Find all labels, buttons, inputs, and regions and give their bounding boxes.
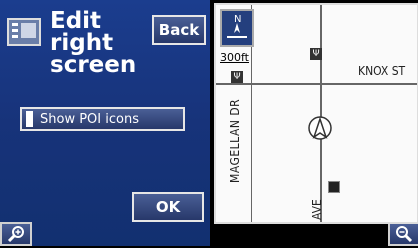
title-line-1: Edit xyxy=(50,8,102,34)
title-line-3: screen xyxy=(50,52,137,78)
toggle-indicator xyxy=(26,111,33,127)
zoom-out-icon xyxy=(396,226,413,243)
map-view[interactable]: N 300ft Ψ Ψ KNOX ST MAGELLAN DR AVE xyxy=(216,5,418,223)
settings-panel: Edit right screen Back Show POI icons OK xyxy=(0,0,210,246)
vehicle-position-icon xyxy=(308,116,332,140)
road-knox xyxy=(216,83,418,85)
north-arrow-icon: N xyxy=(227,14,247,38)
zoom-in-button[interactable] xyxy=(0,222,32,246)
show-poi-icons-toggle[interactable]: Show POI icons xyxy=(20,107,185,131)
title-line-2: right xyxy=(50,30,114,56)
back-button[interactable]: Back xyxy=(152,15,206,45)
svg-text:N: N xyxy=(234,14,241,25)
street-label-ave: AVE xyxy=(310,199,324,220)
street-label-knox: KNOX ST xyxy=(358,64,406,78)
poi-marker[interactable] xyxy=(328,181,340,193)
zoom-out-button[interactable] xyxy=(388,222,418,246)
restaurant-icon[interactable]: Ψ xyxy=(310,48,322,60)
street-label-magellan: MAGELLAN DR xyxy=(228,98,242,183)
zoom-in-icon xyxy=(7,226,24,243)
menu-grid-icon xyxy=(7,18,41,46)
north-arrow-button[interactable]: N xyxy=(220,9,254,47)
map-scale: 300ft xyxy=(220,51,249,64)
show-poi-label: Show POI icons xyxy=(40,111,139,127)
restaurant-icon[interactable]: Ψ xyxy=(231,71,243,83)
page-title: Edit right screen xyxy=(50,8,150,78)
ok-button[interactable]: OK xyxy=(132,192,204,222)
